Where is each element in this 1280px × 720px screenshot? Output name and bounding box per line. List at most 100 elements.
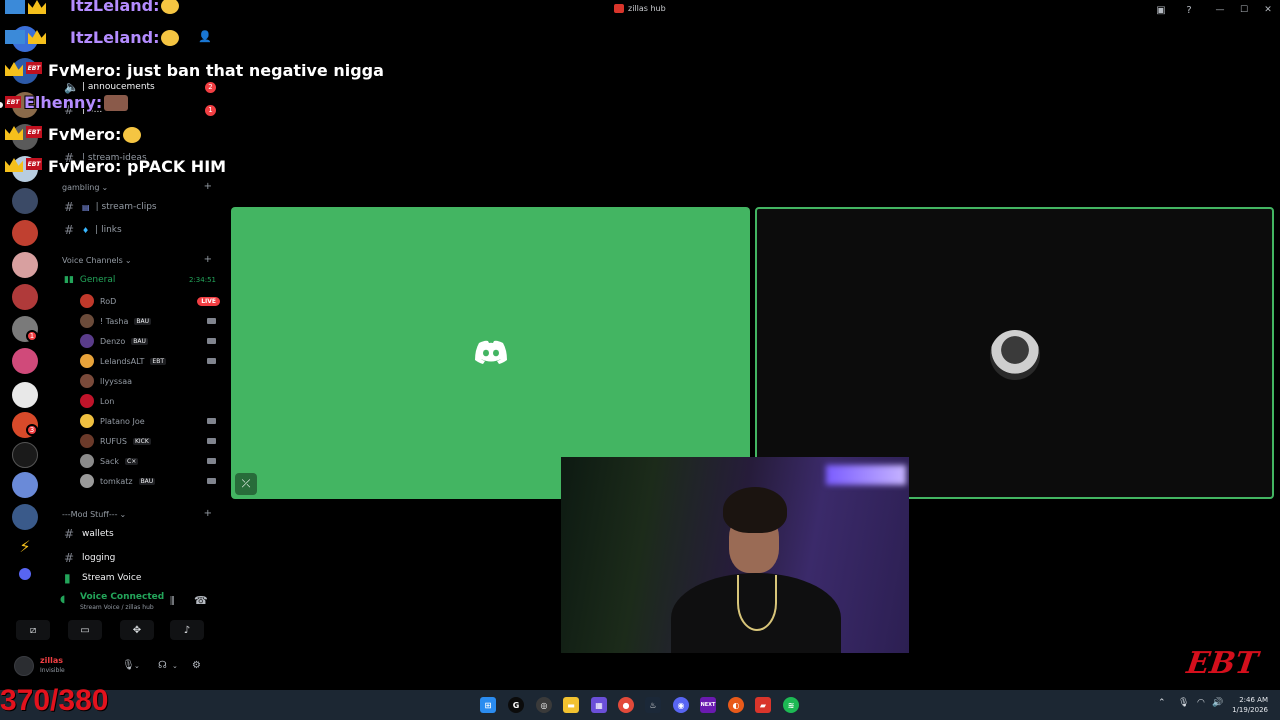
inbox-icon[interactable]: ▣ <box>1154 3 1168 17</box>
steam-icon[interactable]: ♨ <box>645 697 661 713</box>
voice-location[interactable]: Stream Voice / zillas hub <box>80 604 154 611</box>
emote-icon <box>161 30 180 46</box>
add-channel-icon[interactable]: + <box>204 254 212 265</box>
app-icon[interactable]: ◎ <box>536 697 552 713</box>
ebt-badge: EBT <box>26 126 42 138</box>
headphones-icon[interactable]: ☊ <box>158 660 167 671</box>
emote-icon <box>123 127 142 143</box>
gear-icon[interactable]: ⚙ <box>192 660 201 671</box>
led-light <box>826 465 906 485</box>
voice-user[interactable]: LelandsALT EBT <box>80 352 220 370</box>
chrome-icon[interactable]: ● <box>618 697 634 713</box>
server-tag: KICK <box>132 437 151 445</box>
file-explorer-icon[interactable]: ▬ <box>563 697 579 713</box>
channel-logging[interactable]: # logging <box>60 549 220 567</box>
maximize-button[interactable]: ☐ <box>1232 0 1256 20</box>
hash-icon: # <box>64 223 75 237</box>
chevron-down-icon: ⌄ <box>101 183 109 192</box>
chat-message: FvMero: pPACK HIM <box>48 157 227 176</box>
next-app-icon[interactable]: NEXT <box>700 697 716 713</box>
app-icon[interactable]: ◐ <box>728 697 744 713</box>
channel-stream-voice[interactable]: ▮ Stream Voice <box>60 572 220 584</box>
soundboard-button[interactable]: ♪ <box>170 620 204 640</box>
voice-user-name: Denzo <box>100 336 126 346</box>
camera-icon <box>207 478 216 484</box>
add-member-icon[interactable]: 👤 <box>198 30 212 43</box>
chevron-up-icon[interactable]: ⌃ <box>1158 698 1166 708</box>
gem-icon: ♦ <box>82 225 90 235</box>
system-clock[interactable]: 2:46 AM 1/19/2026 <box>1232 695 1268 715</box>
chat-message: FvMero: <box>48 125 142 144</box>
server-logo-icon <box>614 4 624 13</box>
voice-user[interactable]: Lon <box>80 392 220 410</box>
server-icon[interactable] <box>12 382 38 408</box>
channel-stream-clips[interactable]: # ▤ | stream-clips <box>60 198 220 216</box>
voice-user[interactable]: tomkatz BAU <box>80 472 220 490</box>
server-icon[interactable] <box>12 188 38 214</box>
help-icon[interactable]: ? <box>1182 3 1196 17</box>
add-channel-icon[interactable]: + <box>204 181 212 192</box>
username[interactable]: zillas <box>40 656 63 665</box>
noise-suppression-icon[interactable]: ⫼ <box>170 596 175 607</box>
category-mod-stuff[interactable]: ---Mod Stuff--- ⌄ <box>62 510 126 519</box>
voice-user[interactable]: Platano Joe <box>80 412 220 430</box>
participant-tile-speaking[interactable] <box>755 207 1274 499</box>
lightning-icon[interactable]: ⚡ <box>12 534 38 560</box>
discord-icon[interactable]: ◉ <box>673 697 689 713</box>
voice-user[interactable]: RUFUS KICK <box>80 432 220 450</box>
disconnect-icon[interactable]: ☎ <box>194 594 208 607</box>
voice-status: Voice Connected <box>80 592 165 602</box>
hash-icon: # <box>64 551 75 565</box>
participant-tile-avatar[interactable]: ⤫ <box>231 207 750 499</box>
wifi-icon[interactable]: ◠ <box>1197 698 1205 708</box>
app-icon[interactable]: ▰ <box>755 697 771 713</box>
voice-user-name: Lon <box>100 396 115 406</box>
notification-badge: 3 <box>26 424 38 436</box>
folder-icon[interactable] <box>19 568 31 580</box>
voice-channel-general[interactable]: ▮▮ General 2:34:51 <box>60 272 220 288</box>
server-icon[interactable] <box>12 504 38 530</box>
microphone-icon[interactable]: 🎙 <box>1178 698 1189 708</box>
add-channel-icon[interactable]: + <box>204 508 212 519</box>
category-voice-channels[interactable]: Voice Channels ⌄ <box>62 256 132 265</box>
camera-icon <box>207 338 216 344</box>
volume-icon[interactable]: 🔊 <box>1212 698 1223 708</box>
server-icon[interactable] <box>12 284 38 310</box>
app-g-icon[interactable]: G <box>508 697 524 713</box>
chevron-down-icon[interactable]: ⌄ <box>134 662 140 670</box>
microphone-icon[interactable]: 🎙 <box>122 660 135 671</box>
voice-user[interactable]: ! Tasha BAU <box>80 312 220 330</box>
server-icon[interactable] <box>12 348 38 374</box>
server-icon[interactable] <box>12 472 38 498</box>
voice-user[interactable]: Sack C× <box>80 452 220 470</box>
channel-links[interactable]: # ♦ | links <box>60 221 220 239</box>
server-icon[interactable] <box>12 252 38 278</box>
start-icon[interactable]: ⊞ <box>480 697 496 713</box>
clip-icon: ▤ <box>82 202 90 212</box>
chevron-down-icon: ⌄ <box>124 256 132 265</box>
chevron-down-icon[interactable]: ⌄ <box>172 662 178 670</box>
voice-user-name: Sack <box>100 456 120 466</box>
voice-user[interactable]: RoD LIVE <box>80 292 220 310</box>
spotify-icon[interactable]: ≋ <box>783 697 799 713</box>
crown-badge-icon <box>5 158 23 172</box>
avatar[interactable] <box>14 656 34 676</box>
server-tag: EBT <box>150 357 166 365</box>
screen-share-button[interactable]: ▭ <box>68 620 102 640</box>
minimize-button[interactable]: — <box>1208 0 1232 20</box>
camera-icon <box>207 458 216 464</box>
activities-button[interactable]: ✥ <box>120 620 154 640</box>
voice-user-name: RUFUS <box>100 436 127 446</box>
camera-off-button[interactable]: ⧄ <box>16 620 50 640</box>
server-icon[interactable] <box>12 220 38 246</box>
camera-icon <box>207 358 216 364</box>
server-icon[interactable] <box>12 442 38 468</box>
avatar <box>80 374 94 388</box>
app-grid-icon[interactable]: ▦ <box>591 697 607 713</box>
category-gambling[interactable]: gambling ⌄ <box>62 183 108 192</box>
voice-user[interactable]: llyyssaa <box>80 372 220 390</box>
channel-wallets[interactable]: # wallets <box>60 525 220 543</box>
voice-user[interactable]: Denzo BAU <box>80 332 220 350</box>
voice-user-name: LelandsALT <box>100 356 145 366</box>
close-button[interactable]: ✕ <box>1256 0 1280 20</box>
